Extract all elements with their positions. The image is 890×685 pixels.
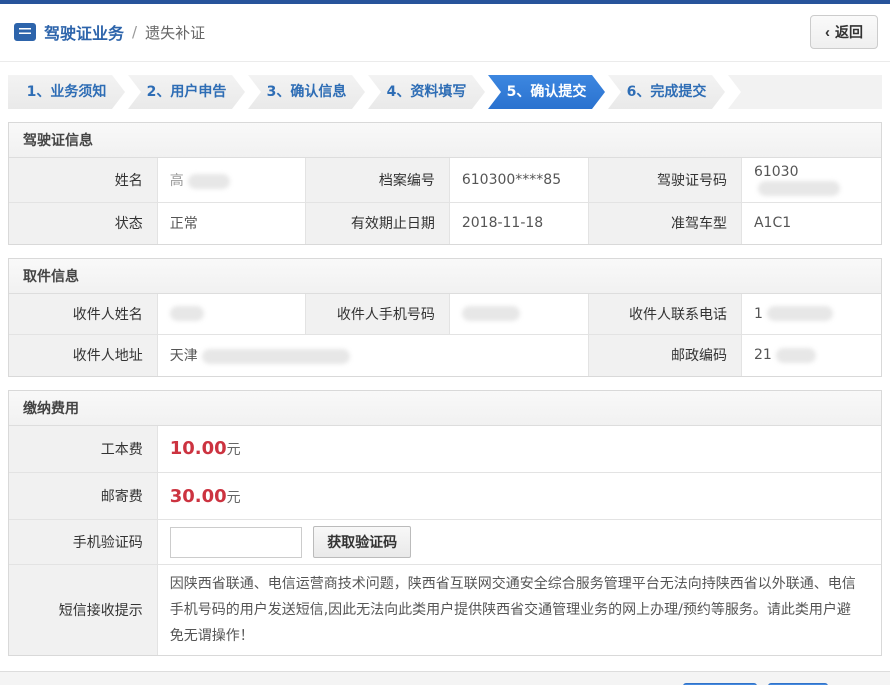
sms-code-label: 手机验证码: [9, 520, 157, 565]
name-value: 高: [157, 158, 305, 203]
mobile-label: 收件人手机号码: [305, 294, 449, 335]
footer-action-bar: 上一步 完成: [0, 671, 890, 685]
file-no-label: 档案编号: [305, 158, 449, 203]
step-1-notice[interactable]: 1、业务须知: [8, 75, 125, 109]
status-label: 状态: [9, 203, 157, 244]
redaction-blob: [776, 348, 816, 363]
section-license-info: 驾驶证信息 姓名 高 档案编号 610300****85 驾驶证号码 61030…: [8, 122, 882, 245]
list-icon: [14, 23, 36, 41]
section-license-title: 驾驶证信息: [9, 123, 881, 158]
name-label: 姓名: [9, 158, 157, 203]
step-wizard: 1、业务须知 2、用户申告 3、确认信息 4、资料填写 5、确认提交 6、完成提…: [8, 75, 882, 109]
section-pickup-info: 取件信息 收件人姓名 收件人手机号码 收件人联系电话 1 收件人地址 天津 邮政…: [8, 258, 882, 377]
work-fee-label: 工本费: [9, 426, 157, 473]
expiry-label: 有效期止日期: [305, 203, 449, 244]
pickup-table: 收件人姓名 收件人手机号码 收件人联系电话 1 收件人地址 天津 邮政编码 21: [9, 294, 881, 376]
table-row: 收件人姓名 收件人手机号码 收件人联系电话 1: [9, 294, 881, 335]
status-value: 正常: [157, 203, 305, 244]
section-pickup-title: 取件信息: [9, 259, 881, 294]
address-label: 收件人地址: [9, 335, 157, 376]
sms-code-input[interactable]: [170, 527, 302, 558]
work-fee-value: 10.00元: [157, 426, 881, 473]
get-code-button[interactable]: 获取验证码: [313, 526, 411, 558]
back-button[interactable]: ‹ 返回: [810, 15, 878, 49]
section-fees-title: 缴纳费用: [9, 391, 881, 426]
step-5-confirm-submit[interactable]: 5、确认提交: [488, 75, 605, 109]
license-no-value: 61030: [741, 158, 881, 203]
back-button-label: 返回: [835, 22, 863, 42]
step-bar-filler: [728, 75, 882, 109]
sms-notice-text: 因陕西省联通、电信运营商技术问题，陕西省互联网交通安全综合服务管理平台无法向持陕…: [157, 565, 881, 656]
step-2-declaration[interactable]: 2、用户申告: [128, 75, 245, 109]
section-fees: 缴纳费用 工本费 10.00元 邮寄费 30.00元 手机验证码 获取验证码 短…: [8, 390, 882, 657]
recipient-value: [157, 294, 305, 335]
zip-label: 邮政编码: [589, 335, 742, 376]
file-no-value: 610300****85: [449, 158, 589, 203]
class-label: 准驾车型: [589, 203, 742, 244]
sms-notice-label: 短信接收提示: [9, 565, 157, 656]
zip-value: 21: [741, 335, 881, 376]
redaction-blob: [170, 306, 204, 321]
table-row: 短信接收提示 因陕西省联通、电信运营商技术问题，陕西省互联网交通安全综合服务管理…: [9, 565, 881, 656]
table-row: 手机验证码 获取验证码: [9, 520, 881, 565]
license-table: 姓名 高 档案编号 610300****85 驾驶证号码 61030 状态 正常…: [9, 158, 881, 244]
table-row: 姓名 高 档案编号 610300****85 驾驶证号码 61030: [9, 158, 881, 203]
license-no-label: 驾驶证号码: [589, 158, 742, 203]
table-row: 收件人地址 天津 邮政编码 21: [9, 335, 881, 376]
table-row: 邮寄费 30.00元: [9, 473, 881, 520]
table-row: 状态 正常 有效期止日期 2018-11-18 准驾车型 A1C1: [9, 203, 881, 244]
breadcrumb-separator: /: [132, 23, 137, 41]
contact-value: 1: [741, 294, 881, 335]
page-title: 驾驶证业务: [44, 20, 124, 44]
expiry-value: 2018-11-18: [449, 203, 589, 244]
redaction-blob: [767, 306, 833, 321]
recipient-label: 收件人姓名: [9, 294, 157, 335]
step-3-confirm-info[interactable]: 3、确认信息: [248, 75, 365, 109]
post-fee-label: 邮寄费: [9, 473, 157, 520]
post-fee-value: 30.00元: [157, 473, 881, 520]
redaction-blob: [462, 306, 520, 321]
page-header: 驾驶证业务 / 遗失补证 ‹ 返回: [0, 4, 890, 62]
fees-table: 工本费 10.00元 邮寄费 30.00元 手机验证码 获取验证码 短信接收提示…: [9, 426, 881, 656]
step-6-complete[interactable]: 6、完成提交: [608, 75, 725, 109]
class-value: A1C1: [741, 203, 881, 244]
contact-label: 收件人联系电话: [589, 294, 742, 335]
redaction-blob: [202, 349, 350, 364]
step-4-fill-data[interactable]: 4、资料填写: [368, 75, 485, 109]
address-value: 天津: [157, 335, 589, 376]
redaction-blob: [188, 174, 230, 189]
mobile-value: [449, 294, 589, 335]
redaction-blob: [758, 181, 840, 196]
table-row: 工本费 10.00元: [9, 426, 881, 473]
sms-code-cell: 获取验证码: [157, 520, 881, 565]
breadcrumb-current: 遗失补证: [145, 22, 205, 43]
back-arrow-icon: ‹: [825, 25, 830, 40]
